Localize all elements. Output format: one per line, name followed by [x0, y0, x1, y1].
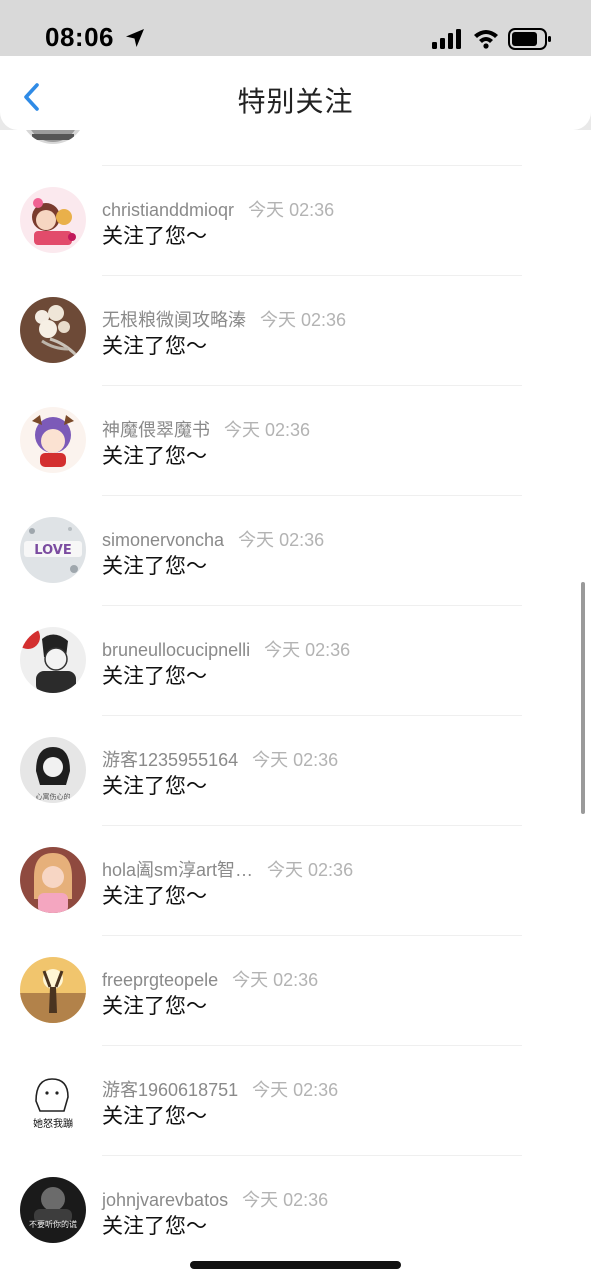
- message-text: 关注了您～: [102, 555, 207, 578]
- username[interactable]: 无根粮微阒攻略溱: [102, 310, 246, 330]
- timestamp: 今天 02:36: [267, 860, 354, 880]
- avatar-caption: 她怒我蹦: [33, 1117, 73, 1130]
- avatar-love-text: LOVE: [34, 543, 71, 558]
- timestamp: 今天 02:36: [260, 310, 347, 330]
- list-item-partial[interactable]: [0, 130, 591, 170]
- avatar: 她怒我蹦: [20, 1067, 86, 1133]
- list-item[interactable]: 她怒我蹦 游客1960618751 今天 02:36 关注了您～: [0, 1045, 591, 1155]
- list-item[interactable]: christianddmioqr 今天 02:36 关注了您～: [0, 165, 591, 275]
- home-indicator[interactable]: [190, 1261, 401, 1269]
- message-text: 关注了您～: [102, 665, 207, 688]
- avatar: [20, 187, 86, 253]
- avatar-caption: 不要听你的谎: [29, 1219, 77, 1229]
- username[interactable]: christianddmioqr: [102, 200, 234, 220]
- avatar: 心寓伤心的: [20, 737, 86, 803]
- timestamp: 今天 02:36: [232, 970, 319, 990]
- list-item[interactable]: hola阖sm淳art智… 今天 02:36 关注了您～: [0, 825, 591, 935]
- username[interactable]: 神魔偎翠魔书: [102, 420, 210, 440]
- avatar: LOVE: [20, 517, 86, 583]
- avatar: [20, 407, 86, 473]
- message-text: 关注了您～: [102, 1215, 207, 1238]
- location-arrow-icon: [126, 29, 144, 47]
- username[interactable]: johnjvarevbatos: [102, 1190, 228, 1210]
- avatar: [20, 627, 86, 693]
- message-text: 关注了您～: [102, 885, 207, 908]
- timestamp: 今天 02:36: [252, 750, 339, 770]
- avatar: [20, 297, 86, 363]
- timestamp: 今天 02:36: [252, 1080, 339, 1100]
- list-item[interactable]: 不要听你的谎 johnjvarevbatos 今天 02:36 关注了您～: [0, 1155, 591, 1265]
- list-item[interactable]: bruneullocucipnelli 今天 02:36 关注了您～: [0, 605, 591, 715]
- list-item[interactable]: 神魔偎翠魔书 今天 02:36 关注了您～: [0, 385, 591, 495]
- username[interactable]: 游客1960618751: [102, 1080, 238, 1100]
- timestamp: 今天 02:36: [238, 530, 325, 550]
- list-item[interactable]: 心寓伤心的 游客1235955164 今天 02:36 关注了您～: [0, 715, 591, 825]
- vertical-scrollbar[interactable]: [581, 582, 585, 814]
- avatar: [20, 957, 86, 1023]
- nav-header: 特别关注: [0, 56, 591, 130]
- message-text: 关注了您～: [102, 445, 207, 468]
- message-text: 关注了您～: [102, 1105, 207, 1128]
- username[interactable]: bruneullocucipnelli: [102, 640, 250, 660]
- list-item[interactable]: freeprgteopele 今天 02:36 关注了您～: [0, 935, 591, 1045]
- page-title: 特别关注: [237, 86, 354, 117]
- avatar-caption: 心寓伤心的: [36, 792, 71, 801]
- timestamp: 今天 02:36: [248, 200, 335, 220]
- timestamp: 今天 02:36: [242, 1190, 329, 1210]
- username[interactable]: 游客1235955164: [102, 750, 238, 770]
- cellular-signal-icon: [432, 29, 461, 49]
- list-item[interactable]: LOVE simonervoncha 今天 02:36 关注了您～: [0, 495, 591, 605]
- avatar: [20, 847, 86, 913]
- follow-notification-list[interactable]: christianddmioqr 今天 02:36 关注了您～ 无根粮微阒攻略溱今…: [0, 130, 591, 1280]
- username[interactable]: hola阖sm淳art智…: [102, 860, 253, 880]
- wifi-icon: [474, 30, 498, 49]
- message-text: 关注了您～: [102, 225, 207, 248]
- message-text: 关注了您～: [102, 775, 207, 798]
- timestamp: 今天 02:36: [264, 640, 351, 660]
- message-text: 关注了您～: [102, 335, 207, 358]
- status-bar: 08:06: [0, 0, 591, 56]
- avatar: [20, 130, 86, 144]
- status-time: 08:06: [45, 22, 114, 52]
- battery-icon: [508, 28, 551, 50]
- avatar: 不要听你的谎: [20, 1177, 86, 1243]
- username[interactable]: simonervoncha: [102, 530, 224, 550]
- message-text: 关注了您～: [102, 995, 207, 1018]
- username[interactable]: freeprgteopele: [102, 970, 218, 990]
- timestamp: 今天 02:36: [224, 420, 311, 440]
- list-item[interactable]: 无根粮微阒攻略溱 今天 02:36 关注了您～: [0, 275, 591, 385]
